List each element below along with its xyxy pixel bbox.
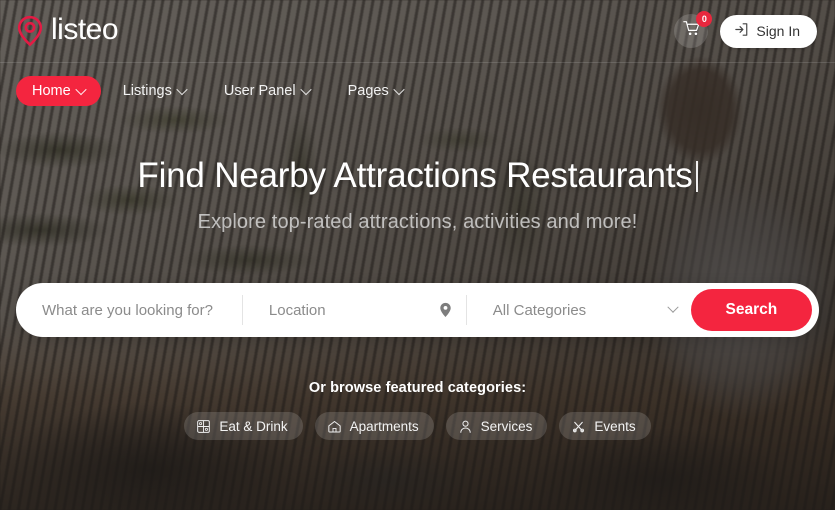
nav-item-label: Listings	[122, 83, 172, 99]
category-chip-apartments[interactable]: Apartments	[314, 412, 434, 440]
hero-subtitle: Explore top-rated attractions, activitie…	[197, 211, 638, 233]
hero-title-wrap: Find Nearby Attractions Restaurants	[0, 155, 835, 197]
login-icon	[734, 22, 749, 40]
logo-text: listeo	[51, 12, 119, 46]
category-chip-label: Services	[480, 418, 533, 434]
hero-title: Find Nearby Attractions Restaurants	[137, 156, 693, 195]
search-keyword-field[interactable]	[16, 295, 243, 325]
header-divider	[0, 62, 835, 63]
cutlery-grid-icon	[196, 419, 211, 434]
nav-item-pages[interactable]: Pages	[332, 76, 419, 106]
featured-categories-label: Or browse featured categories:	[308, 380, 527, 396]
nav-item-label: User Panel	[223, 83, 296, 99]
site-logo[interactable]: listeo	[16, 12, 119, 48]
person-icon	[458, 419, 473, 434]
nav-item-user-panel[interactable]: User Panel	[208, 76, 326, 106]
hero-section: Find Nearby Attractions Restaurants Expl…	[0, 155, 835, 234]
cart-button[interactable]: 0	[674, 11, 713, 48]
header-actions: 0 Sign In	[674, 11, 817, 48]
nav-item-label: Pages	[347, 83, 389, 99]
category-chip-label: Events	[594, 418, 636, 434]
location-input[interactable]	[268, 301, 466, 319]
chevron-down-icon	[176, 83, 188, 96]
house-icon	[327, 419, 342, 434]
nav-item-label: Home	[32, 83, 71, 99]
sign-in-button[interactable]: Sign In	[720, 14, 817, 48]
chevron-down-icon[interactable]	[667, 301, 679, 314]
category-chip-label: Apartments	[349, 418, 419, 434]
site-header: listeo 0 Sign In	[0, 0, 835, 62]
nav-item-listings[interactable]: Listings	[107, 76, 202, 106]
category-chip-events[interactable]: Events	[559, 412, 651, 440]
category-selected-label: All Categories	[492, 301, 587, 319]
sign-in-label: Sign In	[756, 23, 800, 39]
main-navigation: Home Listings User Panel Pages	[16, 76, 419, 106]
category-chip-services[interactable]: Services	[445, 412, 548, 440]
map-pin-icon[interactable]	[439, 302, 452, 318]
chevron-down-icon	[75, 83, 87, 96]
cart-badge-count: 0	[696, 11, 713, 27]
search-input[interactable]	[42, 301, 242, 319]
category-chip-list: Eat & Drink Apartments Services Events	[0, 412, 835, 440]
search-bar: All Categories Search	[16, 283, 819, 337]
search-location-field[interactable]	[243, 295, 467, 325]
map-pin-icon	[16, 15, 44, 47]
nav-item-home[interactable]: Home	[16, 76, 101, 106]
chevron-down-icon	[393, 83, 405, 96]
category-chip-eat-and-drink[interactable]: Eat & Drink	[184, 412, 303, 440]
search-category-field[interactable]: All Categories	[467, 295, 691, 325]
page-root: listeo 0 Sign In Home Listings User Pane…	[0, 0, 835, 510]
typing-cursor	[695, 161, 698, 192]
chevron-down-icon	[299, 83, 312, 96]
microphone-cross-icon	[571, 419, 586, 434]
category-chip-label: Eat & Drink	[219, 418, 288, 434]
search-button[interactable]: Search	[690, 289, 813, 331]
featured-categories: Or browse featured categories: Eat & Dri…	[0, 380, 835, 440]
